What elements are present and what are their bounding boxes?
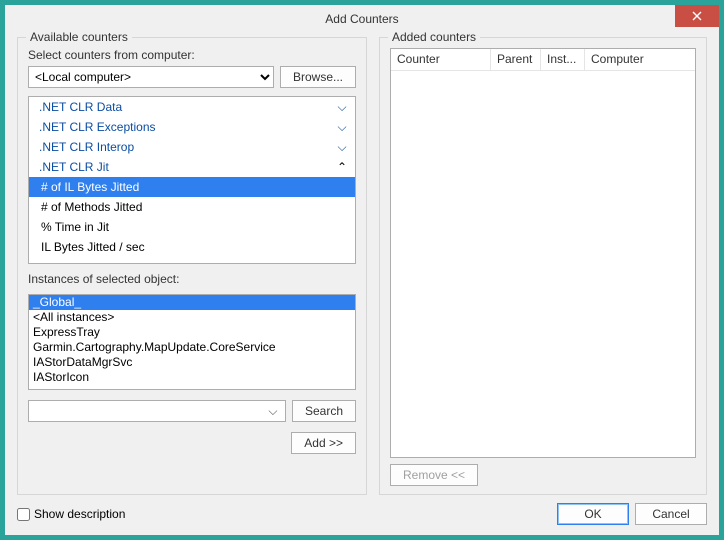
counter-item[interactable]: IL Bytes Jitted / sec (29, 237, 355, 257)
close-icon (692, 11, 702, 21)
show-description-checkbox[interactable]: Show description (17, 507, 125, 521)
show-description-input[interactable] (17, 508, 30, 521)
available-counters-legend: Available counters (26, 30, 132, 44)
chevron-up-icon: ⌃ (337, 160, 347, 174)
computer-combo[interactable]: <Local computer> (28, 66, 274, 88)
added-counters-legend: Added counters (388, 30, 480, 44)
col-counter[interactable]: Counter (391, 49, 491, 70)
col-computer[interactable]: Computer (585, 49, 695, 70)
close-button[interactable] (675, 5, 719, 27)
chevron-down-icon: ⌵ (337, 100, 347, 115)
chevron-down-icon: ⌵ (337, 140, 347, 155)
counter-item[interactable]: # of IL Bytes Jitted (29, 177, 355, 197)
counter-tree[interactable]: .NET CLR Data⌵.NET CLR Exceptions⌵.NET C… (28, 96, 356, 264)
instance-item[interactable]: _Global_ (29, 295, 355, 310)
instances-list[interactable]: _Global_<All instances>ExpressTrayGarmin… (28, 294, 356, 390)
added-counters-group: Added counters Counter Parent Inst... Co… (379, 37, 707, 495)
grid-body (391, 71, 695, 457)
chevron-down-icon: ⌵ (337, 120, 347, 135)
instance-item[interactable]: Garmin.Cartography.MapUpdate.CoreService (29, 340, 355, 355)
titlebar: Add Counters (5, 5, 719, 33)
search-button[interactable]: Search (292, 400, 356, 422)
available-counters-group: Available counters Select counters from … (17, 37, 367, 495)
instance-item[interactable]: IAStorDataMgrSvc (29, 355, 355, 370)
instances-label: Instances of selected object: (28, 272, 356, 286)
add-counters-dialog: Add Counters Available counters Select c… (4, 4, 720, 536)
show-description-label: Show description (34, 507, 125, 521)
col-parent[interactable]: Parent (491, 49, 541, 70)
counter-item[interactable]: # of Methods Jitted (29, 197, 355, 217)
remove-button[interactable]: Remove << (390, 464, 478, 486)
instance-item[interactable]: IAStorIcon (29, 370, 355, 385)
counter-category[interactable]: .NET CLR Jit⌃ (29, 157, 355, 177)
counter-category[interactable]: .NET CLR Interop⌵ (29, 137, 355, 157)
chevron-down-icon: ⌵ (265, 404, 281, 419)
cancel-button[interactable]: Cancel (635, 503, 707, 525)
browse-button[interactable]: Browse... (280, 66, 356, 88)
ok-button[interactable]: OK (557, 503, 629, 525)
instance-item[interactable]: ExpressTray (29, 325, 355, 340)
counter-item[interactable]: % Time in Jit (29, 217, 355, 237)
col-inst[interactable]: Inst... (541, 49, 585, 70)
window-title: Add Counters (325, 12, 398, 26)
search-combo[interactable]: ⌵ (28, 400, 286, 422)
counter-category[interactable]: .NET CLR Exceptions⌵ (29, 117, 355, 137)
add-button[interactable]: Add >> (291, 432, 356, 454)
added-counters-grid[interactable]: Counter Parent Inst... Computer (390, 48, 696, 458)
counter-category[interactable]: .NET CLR Data⌵ (29, 97, 355, 117)
select-computer-label: Select counters from computer: (28, 48, 356, 62)
instance-item[interactable]: <All instances> (29, 310, 355, 325)
grid-header: Counter Parent Inst... Computer (391, 49, 695, 71)
